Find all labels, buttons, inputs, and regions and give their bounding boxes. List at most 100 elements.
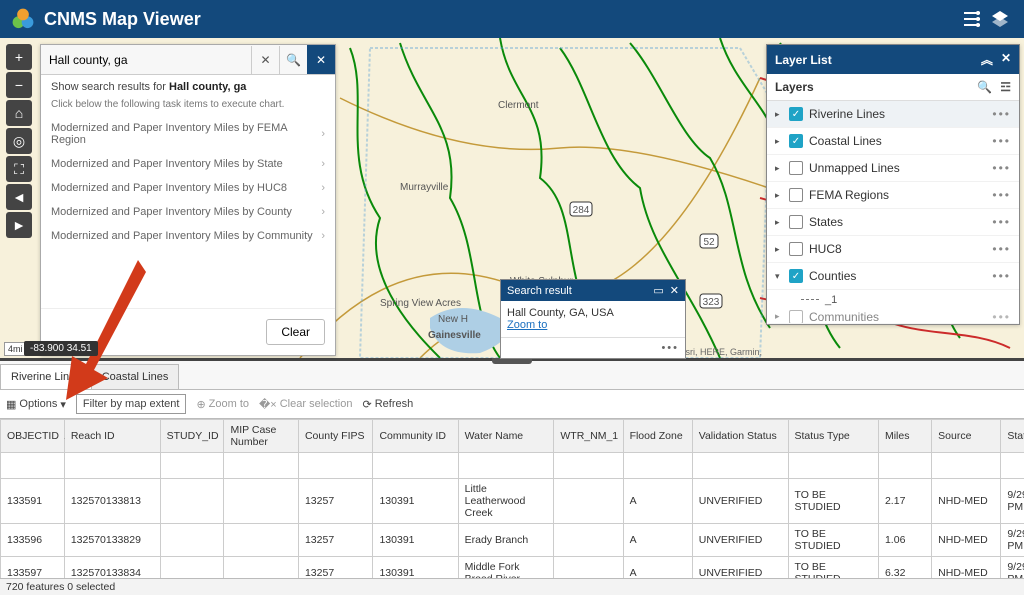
layer-checkbox[interactable] bbox=[789, 188, 803, 202]
fullscreen-button[interactable]: ⛶ bbox=[6, 156, 32, 182]
layer-filter-icon[interactable]: ☲ bbox=[1000, 80, 1011, 94]
attribute-grid-scroll[interactable]: OBJECTIDReach IDSTUDY_IDMIP Case NumberC… bbox=[0, 419, 1024, 578]
filter-by-extent-button[interactable]: Filter by map extent bbox=[76, 394, 187, 414]
search-result-zoom-link[interactable]: Zoom to bbox=[507, 319, 547, 331]
layer-row-communities[interactable]: ▸Communities••• bbox=[767, 310, 1019, 324]
expand-caret-icon[interactable]: ▸ bbox=[775, 244, 783, 255]
column-header[interactable]: OBJECTID bbox=[1, 420, 65, 453]
zoom-out-button[interactable]: − bbox=[6, 72, 32, 98]
search-clear-button[interactable]: Clear bbox=[266, 319, 325, 345]
table-row[interactable]: 13359713257013383413257130391Middle Fork… bbox=[1, 557, 1024, 579]
search-panel-close[interactable]: ✕ bbox=[307, 45, 335, 74]
layer-row-riverine-lines[interactable]: ▸✓Riverine Lines••• bbox=[767, 101, 1019, 128]
tab-coastal-lines[interactable]: Coastal Lines bbox=[91, 364, 180, 389]
table-cell: 133596 bbox=[1, 524, 65, 557]
prev-extent-button[interactable]: ◄ bbox=[6, 184, 32, 210]
search-input[interactable] bbox=[41, 46, 251, 74]
layer-list-close-icon[interactable]: ✕ bbox=[1001, 51, 1011, 68]
layer-list-title: Layer List bbox=[775, 53, 832, 67]
layer-search-icon[interactable]: 🔍 bbox=[977, 80, 992, 94]
expand-caret-icon[interactable]: ▸ bbox=[775, 190, 783, 201]
map-area[interactable]: Clermont Murrayville White Sulphur Sprin… bbox=[0, 38, 1024, 358]
chart-task-item[interactable]: Modernized and Paper Inventory Miles by … bbox=[41, 116, 335, 152]
home-button[interactable]: ⌂ bbox=[6, 100, 32, 126]
app-logo-icon bbox=[10, 6, 36, 32]
sublayer-item[interactable]: _1 bbox=[767, 290, 1019, 310]
layer-more-icon[interactable]: ••• bbox=[992, 188, 1011, 202]
clear-selection-button[interactable]: �×Clear selection bbox=[259, 398, 352, 411]
chart-task-item[interactable]: Modernized and Paper Inventory Miles by … bbox=[41, 152, 335, 176]
column-header[interactable]: Flood Zone bbox=[623, 420, 692, 453]
column-header[interactable]: STUDY_ID bbox=[160, 420, 224, 453]
layer-more-icon[interactable]: ••• bbox=[992, 107, 1011, 121]
sublayer-label: _1 bbox=[825, 294, 837, 306]
coords-readout: -83.900 34.51 bbox=[24, 341, 98, 356]
table-cell bbox=[554, 524, 623, 557]
expand-caret-icon[interactable]: ▾ bbox=[775, 271, 783, 282]
table-row[interactable]: 13359613257013382913257130391Erady Branc… bbox=[1, 524, 1024, 557]
column-header[interactable]: Validation Status bbox=[692, 420, 788, 453]
zoom-in-button[interactable]: + bbox=[6, 44, 32, 70]
column-header[interactable]: WTR_NM_1 bbox=[554, 420, 623, 453]
table-cell: Erady Branch bbox=[458, 524, 554, 557]
column-header[interactable]: County FIPS bbox=[298, 420, 373, 453]
expand-caret-icon[interactable]: ▸ bbox=[775, 136, 783, 147]
chart-task-item[interactable]: Modernized and Paper Inventory Miles by … bbox=[41, 176, 335, 200]
expand-caret-icon[interactable]: ▸ bbox=[775, 109, 783, 120]
layer-checkbox[interactable] bbox=[789, 215, 803, 229]
next-extent-button[interactable]: ► bbox=[6, 212, 32, 238]
search-hint[interactable]: Show search results for Hall county, ga bbox=[41, 75, 335, 99]
column-header[interactable]: Water Name bbox=[458, 420, 554, 453]
layer-more-icon[interactable]: ••• bbox=[992, 161, 1011, 175]
refresh-button[interactable]: ⟳ Refresh bbox=[363, 398, 414, 411]
layer-row-states[interactable]: ▸States••• bbox=[767, 209, 1019, 236]
popup-dock-icon[interactable]: ▭ bbox=[653, 284, 663, 297]
layer-list-collapse-icon[interactable]: ︽ bbox=[981, 51, 993, 68]
popup-close-icon[interactable]: ✕ bbox=[670, 284, 679, 297]
table-cell bbox=[160, 479, 224, 524]
column-header[interactable]: Stat✚ bbox=[1001, 420, 1024, 453]
search-subtext: Click below the following task items to … bbox=[41, 99, 335, 116]
layer-row-huc8[interactable]: ▸ HUC8 ••• bbox=[767, 236, 1019, 263]
header-layers-icon[interactable] bbox=[986, 5, 1014, 33]
column-header[interactable]: Reach ID bbox=[64, 420, 160, 453]
zoom-to-button[interactable]: ⊕ Zoom to bbox=[196, 398, 249, 411]
search-clear-icon[interactable]: ✕ bbox=[251, 46, 279, 74]
layer-label: HUC8 bbox=[809, 242, 986, 256]
layer-row-coastal-lines[interactable]: ▸✓Coastal Lines••• bbox=[767, 128, 1019, 155]
chart-task-item[interactable]: Modernized and Paper Inventory Miles by … bbox=[41, 224, 335, 248]
layer-checkbox[interactable] bbox=[789, 161, 803, 175]
table-cell: 133597 bbox=[1, 557, 65, 579]
popup-more-icon[interactable]: ••• bbox=[661, 342, 679, 354]
layer-row-unmapped-lines[interactable]: ▸Unmapped Lines••• bbox=[767, 155, 1019, 182]
chart-task-item[interactable]: Modernized and Paper Inventory Miles by … bbox=[41, 200, 335, 224]
attribute-toolbar: ▦ Options ▾ Filter by map extent ⊕ Zoom … bbox=[0, 390, 1024, 419]
layer-more-icon[interactable]: ••• bbox=[992, 134, 1011, 148]
search-submit-icon[interactable]: 🔍 bbox=[279, 46, 307, 74]
column-header[interactable]: Status Type bbox=[788, 420, 878, 453]
layer-row-fema-regions[interactable]: ▸FEMA Regions••• bbox=[767, 182, 1019, 209]
table-cell bbox=[554, 479, 623, 524]
column-header[interactable]: Community ID bbox=[373, 420, 458, 453]
locate-button[interactable]: ◎ bbox=[6, 128, 32, 154]
options-menu[interactable]: ▦ Options ▾ bbox=[6, 398, 66, 411]
header-legend-icon[interactable] bbox=[958, 5, 986, 33]
column-header[interactable]: MIP Case Number bbox=[224, 420, 299, 453]
layer-checkbox[interactable] bbox=[789, 242, 803, 256]
table-row[interactable] bbox=[1, 453, 1024, 479]
column-header[interactable]: Source bbox=[932, 420, 1001, 453]
table-row[interactable]: 13359113257013381313257130391Little Leat… bbox=[1, 479, 1024, 524]
layer-row-counties[interactable]: ▾✓Counties••• bbox=[767, 263, 1019, 290]
column-header[interactable]: Miles bbox=[878, 420, 931, 453]
layer-more-icon[interactable]: ••• bbox=[992, 269, 1011, 283]
layer-more-icon[interactable]: ••• bbox=[992, 242, 1011, 256]
layer-checkbox[interactable]: ✓ bbox=[789, 269, 803, 283]
expand-caret-icon[interactable]: ▸ bbox=[775, 163, 783, 174]
table-cell: 130391 bbox=[373, 557, 458, 579]
expand-caret-icon[interactable]: ▸ bbox=[775, 217, 783, 228]
layer-checkbox[interactable]: ✓ bbox=[789, 107, 803, 121]
layer-checkbox[interactable]: ✓ bbox=[789, 134, 803, 148]
tab-riverine-lines[interactable]: Riverine Lines bbox=[0, 364, 92, 389]
layer-more-icon[interactable]: ••• bbox=[992, 215, 1011, 229]
attribute-tabs: Riverine Lines Coastal Lines bbox=[0, 364, 1024, 390]
